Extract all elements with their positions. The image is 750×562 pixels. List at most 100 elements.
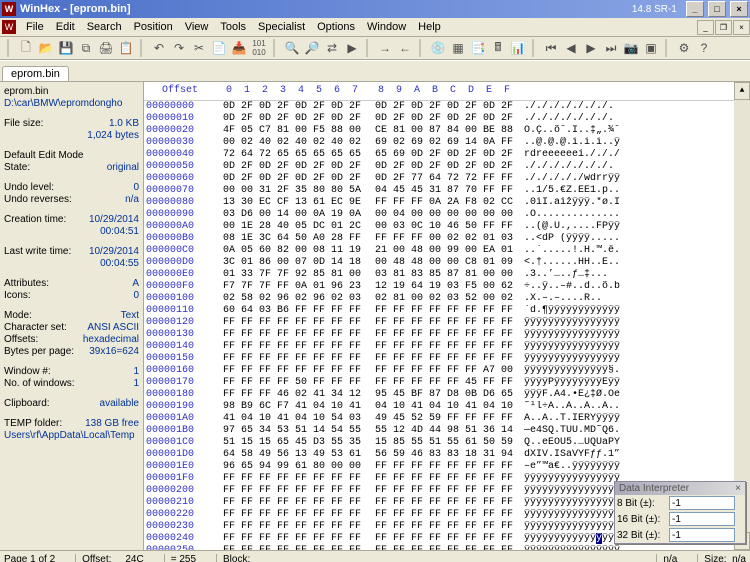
hex-byte[interactable]: 48 xyxy=(408,245,426,257)
hex-byte[interactable]: 9E xyxy=(346,197,364,209)
hex-row[interactable]: 000000E001337F7F928581000381838587810000… xyxy=(146,269,734,281)
hex-byte[interactable]: 01 xyxy=(310,281,328,293)
hex-byte[interactable]: FF xyxy=(462,533,480,545)
hex-byte[interactable]: FF xyxy=(220,341,238,353)
hex-byte[interactable]: FF xyxy=(328,341,346,353)
maximize-button[interactable]: □ xyxy=(708,1,726,17)
hex-byte[interactable]: 46 xyxy=(408,449,426,461)
hex-byte[interactable]: 84 xyxy=(444,125,462,137)
ram-icon[interactable]: ▦ xyxy=(449,39,467,57)
hex-byte[interactable]: FF xyxy=(346,233,364,245)
hex-byte[interactable]: 61 xyxy=(462,437,480,449)
hex-byte[interactable]: 2F xyxy=(498,149,516,161)
hex-byte[interactable]: 00 xyxy=(238,185,256,197)
hex-ascii[interactable]: ..(@.Ü.,....FPÿÿ xyxy=(524,221,644,233)
hex-byte[interactable]: 0D xyxy=(220,173,238,185)
find-next-icon[interactable]: ▶ xyxy=(343,39,361,57)
hex-byte[interactable]: FF xyxy=(444,341,462,353)
hex-byte[interactable]: FF xyxy=(328,497,346,509)
hex-byte[interactable]: 81 xyxy=(462,269,480,281)
hex-byte[interactable]: FF xyxy=(346,377,364,389)
menu-search[interactable]: Search xyxy=(81,19,128,35)
hex-ascii[interactable]: .Ö.............. xyxy=(524,209,644,221)
hex-ascii[interactable]: .X.–.–....R.. xyxy=(524,293,644,305)
hex-byte[interactable]: FF xyxy=(274,509,292,521)
hex-byte[interactable]: 45 xyxy=(292,437,310,449)
hex-byte[interactable]: FF xyxy=(480,221,498,233)
hex-byte[interactable]: 72 xyxy=(220,149,238,161)
hex-byte[interactable]: FF xyxy=(498,341,516,353)
hex-byte[interactable]: 0A xyxy=(292,281,310,293)
print-icon[interactable]: 🖨 xyxy=(97,39,115,57)
hex-byte[interactable]: 02 xyxy=(238,137,256,149)
hex-byte[interactable]: FF xyxy=(292,485,310,497)
hex-byte[interactable]: FF xyxy=(310,377,328,389)
hex-byte[interactable]: 0D xyxy=(220,113,238,125)
hex-byte[interactable]: FF xyxy=(480,473,498,485)
hex-row[interactable]: 000000C00A05608200081119210048009900EA01… xyxy=(146,245,734,257)
hex-byte[interactable]: 65 xyxy=(274,437,292,449)
hex-byte[interactable]: FF xyxy=(346,545,364,550)
redo-icon[interactable]: ↷ xyxy=(170,39,188,57)
hex-byte[interactable]: 00 xyxy=(292,125,310,137)
hex-byte[interactable]: 00 xyxy=(480,209,498,221)
hex-byte[interactable]: 03 xyxy=(498,233,516,245)
hex-byte[interactable]: FF xyxy=(498,413,516,425)
hex-byte[interactable]: 2F xyxy=(346,101,364,113)
minimize-button[interactable]: _ xyxy=(686,1,704,17)
hex-byte[interactable]: 0D xyxy=(256,113,274,125)
hex-byte[interactable]: 01 xyxy=(238,257,256,269)
hex-byte[interactable]: 28 xyxy=(328,233,346,245)
hex-byte[interactable]: FF xyxy=(292,509,310,521)
hex-byte[interactable]: FF xyxy=(256,389,274,401)
menu-file[interactable]: File xyxy=(20,19,50,35)
hex-byte[interactable]: 00 xyxy=(498,269,516,281)
hex-byte[interactable]: 0A xyxy=(220,245,238,257)
hex-byte[interactable]: 0C xyxy=(408,221,426,233)
hex-byte[interactable]: FF xyxy=(498,497,516,509)
hex-byte[interactable]: 94 xyxy=(498,449,516,461)
hex-byte[interactable]: 40 xyxy=(256,137,274,149)
hex-byte[interactable]: 80 xyxy=(310,461,328,473)
hex-byte[interactable]: F7 xyxy=(274,401,292,413)
hex-byte[interactable]: FF xyxy=(390,509,408,521)
hex-byte[interactable]: FF xyxy=(292,533,310,545)
hex-byte[interactable]: FF xyxy=(220,353,238,365)
hex-byte[interactable]: 64 xyxy=(238,305,256,317)
hex-byte[interactable]: 34 xyxy=(328,389,346,401)
hex-byte[interactable]: FF xyxy=(310,533,328,545)
hex-byte[interactable]: 83 xyxy=(444,449,462,461)
hex-byte[interactable]: FF xyxy=(390,197,408,209)
hex-byte[interactable]: 0D xyxy=(292,161,310,173)
hex-byte[interactable]: 7F xyxy=(274,269,292,281)
hex-byte[interactable]: 0D xyxy=(480,101,498,113)
hex-byte[interactable]: FF xyxy=(444,329,462,341)
hex-ascii[interactable]: .0ìÏ.aìžÿÿÿ.*ø.Ì xyxy=(524,197,644,209)
hex-byte[interactable]: 18 xyxy=(346,257,364,269)
hex-row[interactable]: 000000600D2F0D2F0D2F0D2F0D2F77647272FFFF… xyxy=(146,173,734,185)
hex-byte[interactable]: FF xyxy=(408,329,426,341)
hex-byte[interactable]: 04 xyxy=(292,413,310,425)
hex-byte[interactable]: 0D xyxy=(328,113,346,125)
hex-byte[interactable]: FF xyxy=(372,305,390,317)
hex-byte[interactable]: 00 xyxy=(480,281,498,293)
hex-byte[interactable]: 36 xyxy=(480,425,498,437)
hex-byte[interactable]: 19 xyxy=(390,281,408,293)
hex-byte[interactable]: FF xyxy=(292,365,310,377)
hex-byte[interactable]: 64 xyxy=(408,281,426,293)
hex-row[interactable]: 000001A0410410410410540349455259FFFFFFFF… xyxy=(146,413,734,425)
hex-byte[interactable]: FF xyxy=(444,305,462,317)
hex-byte[interactable]: FF xyxy=(310,305,328,317)
hex-byte[interactable]: 65 xyxy=(346,149,364,161)
hex-byte[interactable]: FF xyxy=(390,533,408,545)
toolbar-grip[interactable] xyxy=(273,39,278,57)
hex-row[interactable]: 000000500D2F0D2F0D2F0D2F0D2F0D2F0D2F0D2F… xyxy=(146,161,734,173)
hex-byte[interactable]: FF xyxy=(498,461,516,473)
hex-byte[interactable]: 40 xyxy=(274,221,292,233)
hex-byte[interactable]: FF xyxy=(238,353,256,365)
hex-byte[interactable]: 2F xyxy=(238,113,256,125)
hex-byte[interactable]: 98 xyxy=(444,425,462,437)
hex-byte[interactable]: FF xyxy=(328,317,346,329)
hex-row[interactable]: 0000019098B96CF7410410410410410410410410… xyxy=(146,401,734,413)
hex-byte[interactable]: 00 xyxy=(408,209,426,221)
